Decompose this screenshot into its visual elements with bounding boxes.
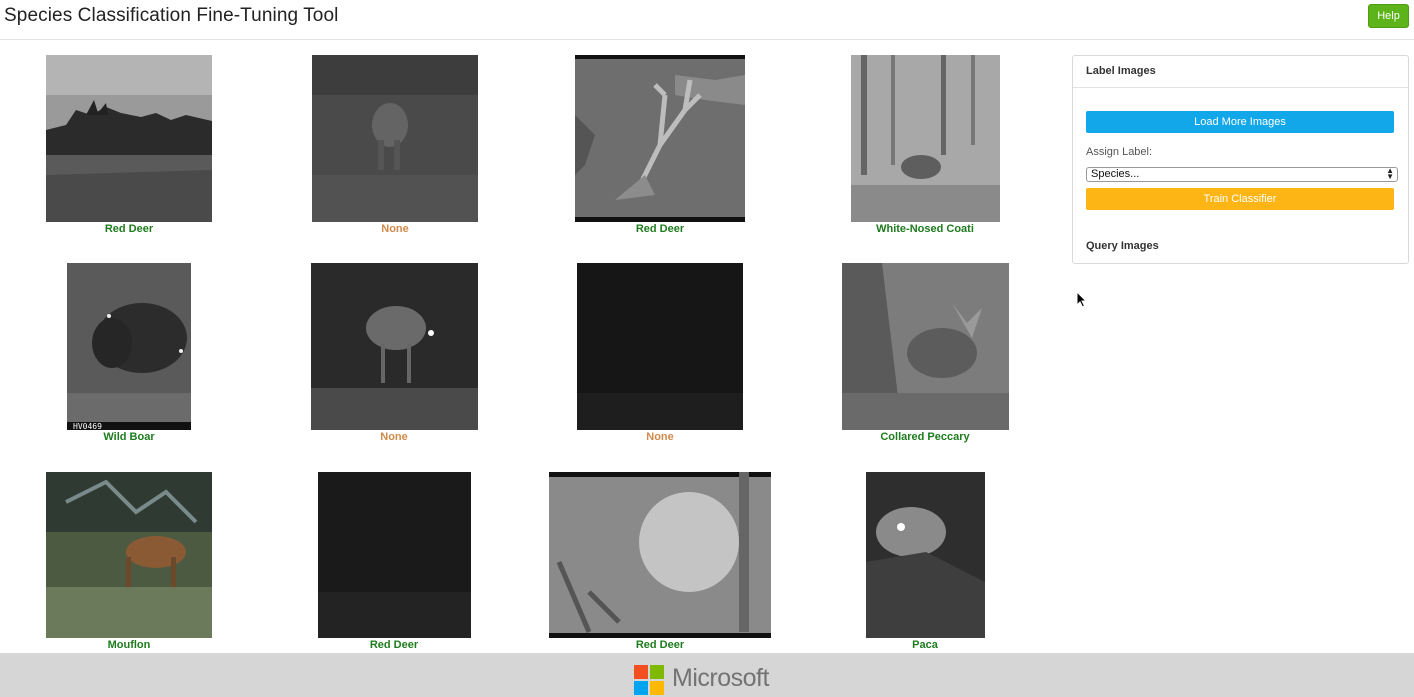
image-label: Red Deer (635, 639, 685, 651)
help-button[interactable]: Help (1368, 4, 1409, 28)
image-thumbnail[interactable] (318, 472, 471, 638)
image-thumbnail[interactable]: HV0469 (67, 263, 191, 430)
microsoft-logo-icon (634, 665, 664, 695)
microsoft-wordmark: Microsoft (672, 664, 769, 692)
label-panel: Label Images Load More Images Assign Lab… (1072, 55, 1409, 264)
image-thumbnail[interactable] (312, 55, 478, 222)
image-thumbnail[interactable] (866, 472, 985, 638)
load-more-images-button[interactable]: Load More Images (1086, 111, 1394, 133)
species-select-value: Species... (1091, 168, 1140, 180)
image-label: Red Deer (369, 639, 419, 651)
select-arrows-icon: ▲ ▼ (1386, 166, 1394, 181)
top-bar: Species Classification Fine-Tuning Tool … (0, 0, 1414, 40)
image-label: Paca (912, 639, 938, 651)
image-label: Wild Boar (103, 431, 155, 443)
app-title: Species Classification Fine-Tuning Tool (4, 5, 339, 26)
image-label: None (381, 223, 409, 235)
assign-label-text: Assign Label: (1086, 146, 1153, 158)
image-label: Red Deer (635, 223, 685, 235)
query-images-header[interactable]: Query Images (1086, 240, 1159, 252)
image-label: None (646, 431, 674, 443)
mouse-cursor-icon (1076, 291, 1088, 308)
train-classifier-button[interactable]: Train Classifier (1086, 188, 1394, 210)
image-thumbnail[interactable] (311, 263, 478, 430)
image-thumbnail[interactable] (46, 55, 212, 222)
image-thumbnail[interactable] (842, 263, 1009, 430)
image-thumbnail[interactable] (46, 472, 212, 638)
image-label: None (380, 431, 408, 443)
image-label: Mouflon (107, 639, 151, 651)
image-thumbnail[interactable] (549, 472, 771, 638)
species-select[interactable]: Species... ▲ ▼ (1086, 167, 1398, 182)
image-label: Collared Peccary (880, 431, 970, 443)
image-thumbnail[interactable] (851, 55, 1000, 222)
image-grid: Red Deer None Red Deer White-Nosed Coati… (0, 40, 1060, 653)
image-thumbnail[interactable] (575, 55, 745, 222)
image-label: Red Deer (104, 223, 154, 235)
image-label: White-Nosed Coati (876, 223, 974, 235)
label-images-header: Label Images (1073, 56, 1408, 88)
image-overlay-text: HV0469 (73, 422, 102, 430)
image-thumbnail[interactable] (577, 263, 743, 430)
